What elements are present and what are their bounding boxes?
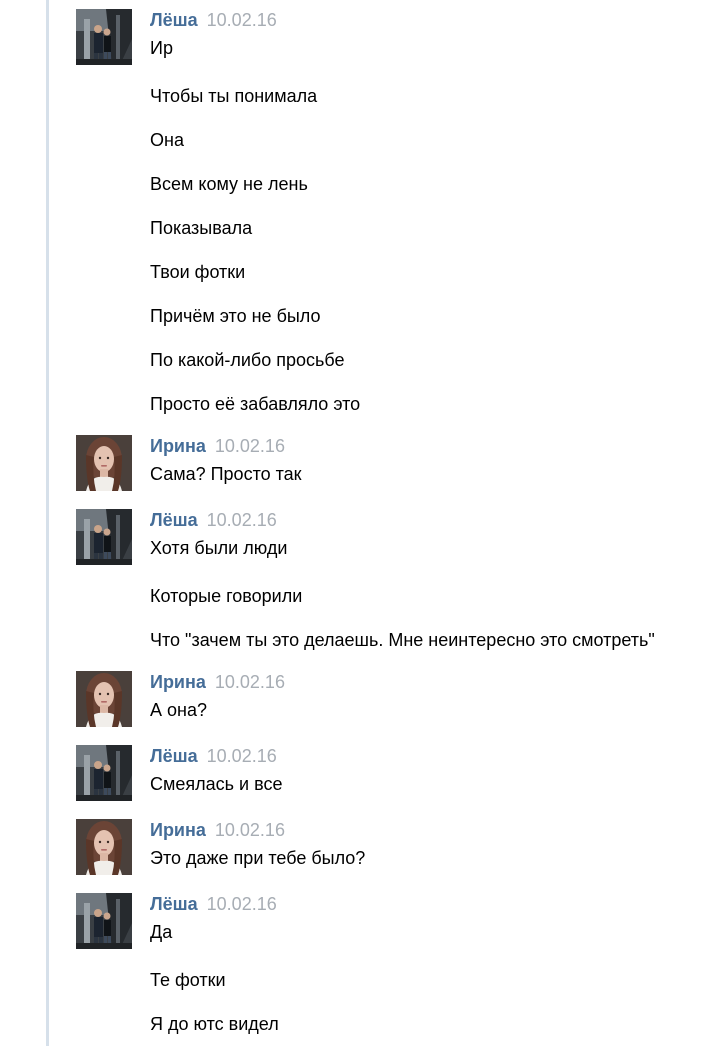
author-name[interactable]: Лёша — [150, 894, 198, 914]
author-name[interactable]: Ирина — [150, 820, 206, 840]
message-text: А она? — [150, 700, 207, 720]
lesha-avatar[interactable] — [76, 509, 132, 565]
message-text: Всем кому не лень — [150, 174, 308, 194]
message-text: По какой-либо просьбе — [150, 350, 345, 370]
message-text: Которые говорили — [150, 586, 303, 606]
irina-avatar[interactable] — [76, 671, 132, 727]
lesha-avatar[interactable] — [76, 893, 132, 949]
message-date[interactable]: 10.02.16 — [207, 510, 277, 530]
message-header: Ирина 10.02.16 — [150, 671, 285, 693]
message-text: Просто её забавляло это — [150, 394, 361, 414]
message-date[interactable]: 10.02.16 — [207, 894, 277, 914]
conversation-left-rule — [46, 0, 49, 1046]
message-text: Хотя были люди — [150, 538, 288, 558]
irina-avatar[interactable] — [76, 819, 132, 875]
message-text: Она — [150, 130, 184, 150]
message-text: Смеялась и все — [150, 774, 283, 794]
message-date[interactable]: 10.02.16 — [215, 672, 285, 692]
message-text: Да — [150, 922, 173, 942]
message-header: Ирина 10.02.16 — [150, 819, 285, 841]
message-header: Лёша 10.02.16 — [150, 9, 277, 31]
irina-avatar[interactable] — [76, 435, 132, 491]
message-text: Это даже при тебе было? — [150, 848, 366, 868]
message-text: Показывала — [150, 218, 253, 238]
message-text: Я до ютс видел — [150, 1014, 279, 1034]
message-header: Лёша 10.02.16 — [150, 509, 277, 531]
message-date[interactable]: 10.02.16 — [207, 746, 277, 766]
author-name[interactable]: Ирина — [150, 436, 206, 456]
author-name[interactable]: Ирина — [150, 672, 206, 692]
message-date[interactable]: 10.02.16 — [207, 10, 277, 30]
message-header: Ирина 10.02.16 — [150, 435, 285, 457]
message-text: Чтобы ты понимала — [150, 86, 318, 106]
message-text: Ир — [150, 38, 173, 58]
message-date[interactable]: 10.02.16 — [215, 436, 285, 456]
author-name[interactable]: Лёша — [150, 510, 198, 530]
message-date[interactable]: 10.02.16 — [215, 820, 285, 840]
author-name[interactable]: Лёша — [150, 10, 198, 30]
message-text: Что "зачем ты это делаешь. Мне неинтерес… — [150, 630, 655, 650]
message-text: Твои фотки — [150, 262, 246, 282]
author-name[interactable]: Лёша — [150, 746, 198, 766]
message-header: Лёша 10.02.16 — [150, 745, 277, 767]
message-text: Причём это не было — [150, 306, 321, 326]
lesha-avatar[interactable] — [76, 9, 132, 65]
lesha-avatar[interactable] — [76, 745, 132, 801]
message-text: Сама? Просто так — [150, 464, 302, 484]
message-text: Те фотки — [150, 970, 226, 990]
message-header: Лёша 10.02.16 — [150, 893, 277, 915]
